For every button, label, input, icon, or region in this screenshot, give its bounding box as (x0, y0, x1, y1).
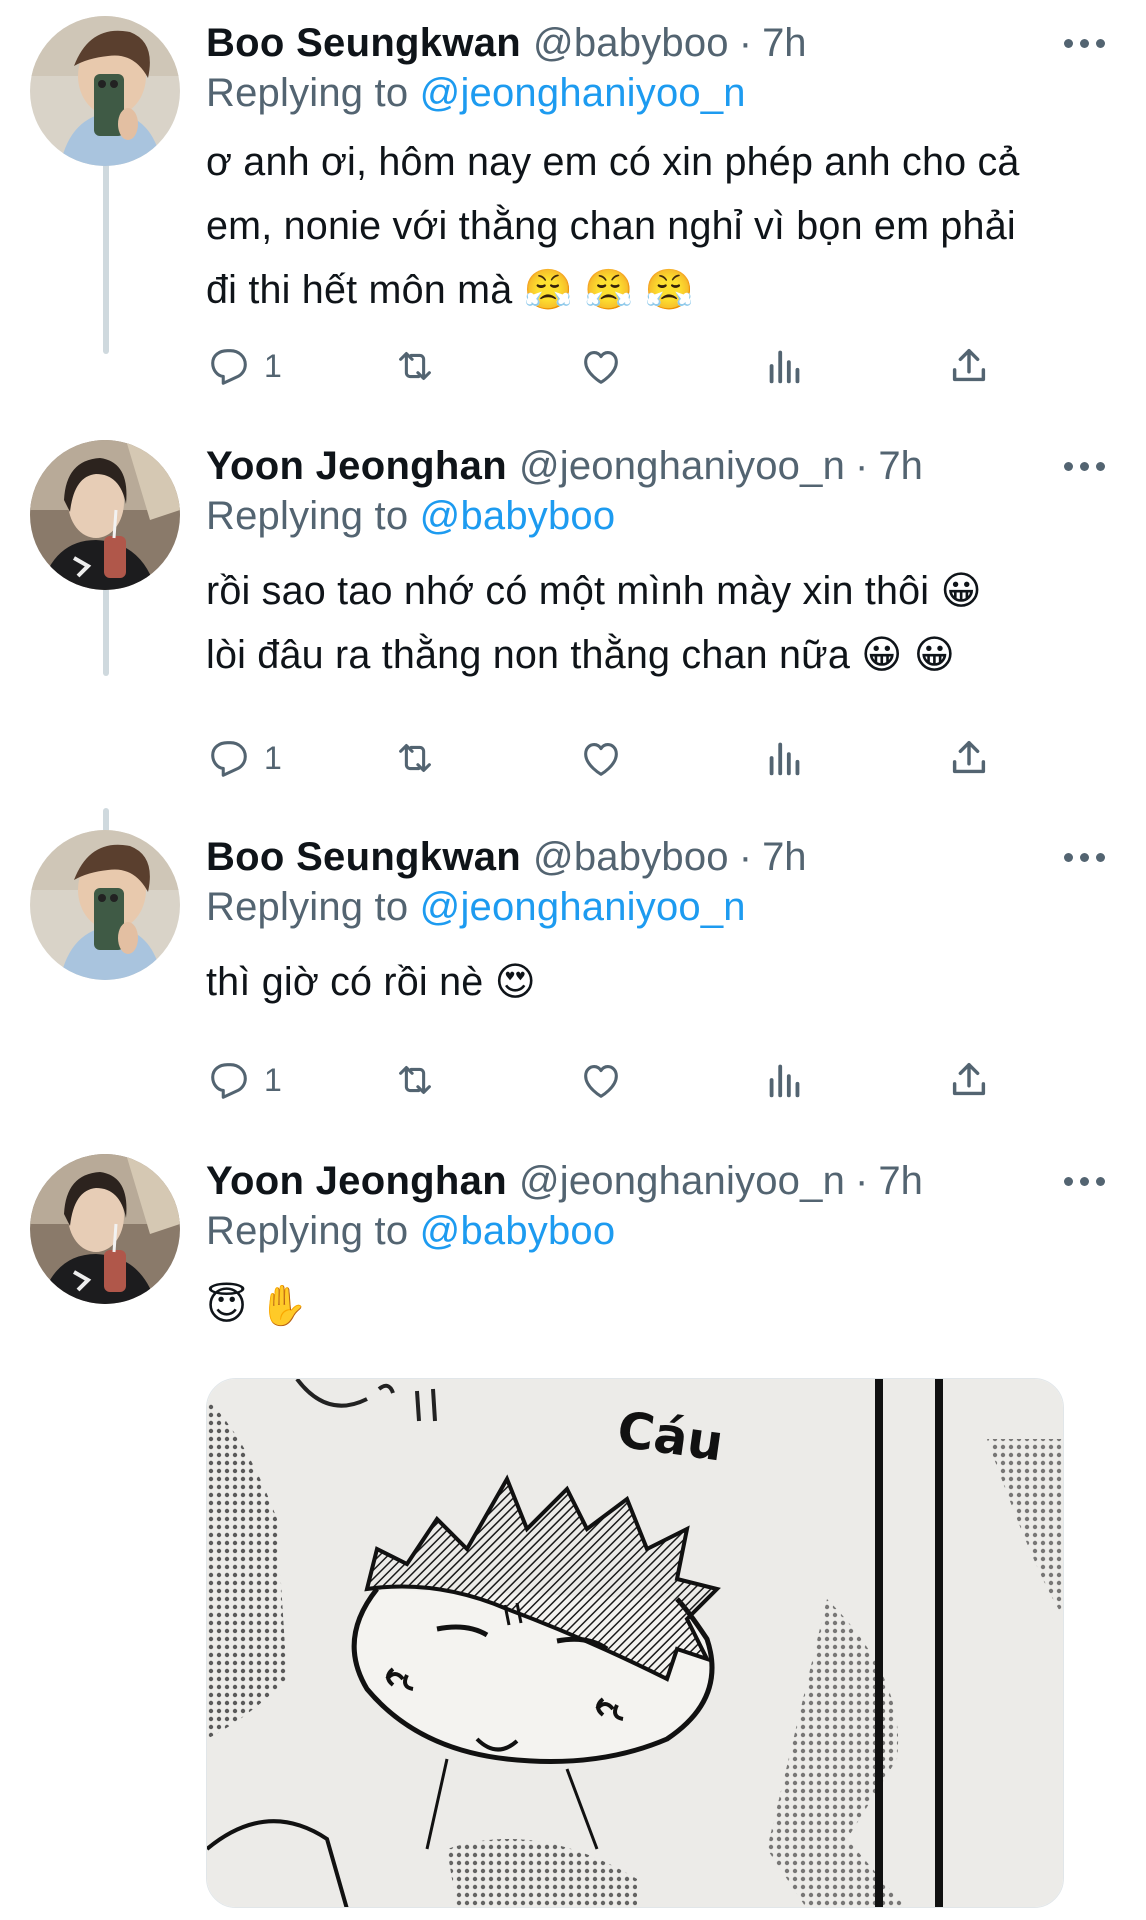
tweet-text: thì giờ có rồi nè 😍 (206, 960, 536, 1004)
timestamp[interactable]: 7h (878, 443, 923, 489)
like-icon (584, 351, 618, 384)
like-button[interactable] (578, 1050, 624, 1110)
user-handle[interactable]: @babyboo (533, 834, 729, 880)
display-name[interactable]: Boo Seungkwan (206, 834, 521, 880)
views-button[interactable] (762, 1050, 808, 1110)
retweet-icon (399, 1066, 431, 1094)
timestamp[interactable]: 7h (878, 1158, 923, 1204)
avatar[interactable] (30, 440, 180, 590)
share-icon (952, 740, 986, 774)
reply-count: 1 (264, 1061, 282, 1098)
replying-to: Replying to @babyboo (206, 494, 616, 538)
timestamp[interactable]: 7h (762, 834, 807, 880)
replying-to: Replying to @jeonghaniyoo_n (206, 71, 746, 115)
like-button[interactable] (578, 728, 624, 788)
share-button[interactable] (946, 728, 992, 788)
more-icon[interactable] (1064, 28, 1106, 58)
share-icon (952, 1062, 986, 1096)
retweet-icon (399, 352, 431, 380)
views-icon (769, 350, 800, 384)
avatar[interactable] (30, 830, 180, 980)
tweet-text: ơ anh ơi, hôm nay em có xin phép anh cho… (206, 140, 1020, 312)
retweet-button[interactable] (392, 1050, 438, 1110)
views-icon (769, 742, 800, 776)
separator: · (855, 1159, 869, 1203)
views-button[interactable] (762, 728, 808, 788)
user-handle[interactable]: @jeonghaniyoo_n (519, 1158, 845, 1204)
mention-link[interactable]: @babyboo (420, 494, 616, 538)
tweet-text: 😇 ✋ (206, 1284, 308, 1328)
more-icon[interactable] (1064, 842, 1106, 872)
reply-button[interactable]: 1 (206, 1050, 282, 1110)
avatar[interactable] (30, 16, 180, 166)
like-button[interactable] (578, 336, 624, 396)
thread-connector (103, 140, 109, 354)
replying-to: Replying to @jeonghaniyoo_n (206, 885, 746, 929)
reply-button[interactable]: 1 (206, 728, 282, 788)
display-name[interactable]: Yoon Jeonghan (206, 1158, 507, 1204)
mention-link[interactable]: @jeonghaniyoo_n (420, 71, 746, 115)
reply-icon (211, 349, 247, 385)
reply-count: 1 (264, 739, 282, 776)
reply-icon (211, 741, 247, 777)
separator: · (738, 21, 753, 65)
retweet-button[interactable] (392, 336, 438, 396)
views-button[interactable] (762, 336, 808, 396)
user-handle[interactable]: @jeonghaniyoo_n (519, 443, 845, 489)
like-icon (584, 1065, 618, 1098)
reply-icon (211, 1063, 247, 1099)
separator: · (855, 444, 869, 488)
share-button[interactable] (946, 1050, 992, 1110)
avatar[interactable] (30, 1154, 180, 1304)
boo-avatar (30, 16, 180, 166)
display-name[interactable]: Yoon Jeonghan (206, 443, 507, 489)
more-icon[interactable] (1064, 451, 1106, 481)
tweet-text: rồi sao tao nhớ có một mình mày xin thôi… (206, 569, 982, 677)
manga-panel-image: Cáu (207, 1379, 1063, 1907)
reply-count: 1 (264, 347, 282, 384)
replying-to: Replying to @babyboo (206, 1209, 616, 1253)
jeonghan-avatar (30, 1154, 180, 1304)
boo-avatar (30, 830, 180, 980)
views-icon (769, 1064, 800, 1098)
timestamp[interactable]: 7h (762, 20, 807, 66)
more-icon[interactable] (1064, 1166, 1106, 1196)
mention-link[interactable]: @jeonghaniyoo_n (420, 885, 746, 929)
jeonghan-avatar (30, 440, 180, 590)
separator: · (738, 835, 753, 879)
reply-button[interactable]: 1 (206, 336, 282, 396)
display-name[interactable]: Boo Seungkwan (206, 20, 521, 66)
retweet-button[interactable] (392, 728, 438, 788)
user-handle[interactable]: @babyboo (533, 20, 729, 66)
share-button[interactable] (946, 336, 992, 396)
media-image[interactable]: Cáu (206, 1378, 1064, 1908)
share-icon (952, 348, 986, 382)
like-icon (584, 743, 618, 776)
retweet-icon (399, 744, 431, 772)
mention-link[interactable]: @babyboo (420, 1209, 616, 1253)
